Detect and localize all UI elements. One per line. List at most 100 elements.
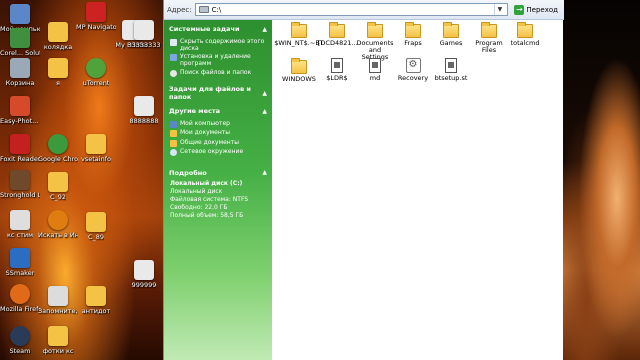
desktop-icon-cs-photos[interactable]: фотки кс [38,326,78,355]
folder-icon [367,22,383,38]
place-my-computer[interactable]: Мой компьютер [170,120,267,128]
file-item-md[interactable]: md [356,58,394,82]
task-pane: Системные задачи ▲ Скрыть содержимое это… [164,20,272,360]
utorrent-icon [86,58,106,78]
desktop-icon-firefox[interactable]: Mozilla Firefox [0,284,40,313]
file-item-windows[interactable]: WINDOWS [280,58,318,83]
desktop-icon-antidot[interactable]: антидот [76,286,116,315]
system-tasks-header[interactable]: Системные задачи ▲ [164,23,272,35]
desktop-icon-recycle-bin[interactable]: Корзина [0,58,40,87]
folder-icon [170,139,177,147]
address-bar: Адрес: C:\ ▼ → Переход [164,0,564,20]
details-type: Локальный диск [170,187,223,195]
desktop-icon-vsetainfo[interactable]: vsetainfo [76,134,116,163]
folder-icon [48,22,68,42]
details-panel: Локальный диск (C:) Локальный диск Файло… [164,179,272,223]
collapse-chevron-icon: ▲ [262,169,267,176]
image-icon [134,96,154,116]
app-icon [10,96,30,116]
file-list: $WIN_NT$.~BT {DCD4821... Documents and S… [274,20,564,360]
drive-icon [198,6,209,13]
image-icon [134,20,154,40]
desktop-icon-kolyadka[interactable]: колядка [38,22,78,51]
desktop-icon-chrome[interactable]: Google Chrome [38,134,78,163]
place-shared-documents[interactable]: Общие документы [170,139,267,147]
details-filesystem: Файловая система: NTFS [170,195,249,203]
folder-icon [86,134,106,154]
system-tasks-panel: Скрыть содержимое этого диска Установка … [164,35,272,81]
desktop-icon-3333[interactable]: 33333333 [124,20,164,49]
folder-icon [86,286,106,306]
computer-icon [170,120,177,128]
file-icon [369,58,381,73]
file-icon [445,58,457,73]
chevron-down-icon[interactable]: ▼ [494,4,504,15]
desktop-icon-ya[interactable]: я [38,58,78,87]
desktop-left: Мой компьютер Corel... Solution Корзина … [0,0,165,360]
file-item-win-nt-bt[interactable]: $WIN_NT$.~BT [274,22,324,47]
folder-icon [291,58,307,74]
collapse-chevron-icon: ▲ [262,107,267,115]
programs-icon [170,54,177,61]
desktop-icon-9999[interactable]: 999999 [124,260,164,289]
desktop-icon-steam[interactable]: Steam [0,326,40,355]
hide-icon [170,38,177,46]
network-icon [170,149,177,156]
folder-icon [48,326,68,346]
desktop-icon-cs-steam[interactable]: кс стим [0,210,40,239]
desktop-icon-stronghold[interactable]: Stronghold Legends [0,170,40,199]
folder-icon [48,172,68,192]
file-item-dcd4821[interactable]: {DCD4821... [316,22,358,47]
app-icon [86,2,106,22]
desktop-icon-foxit[interactable]: Foxit Reader [0,134,40,163]
file-item-program-files[interactable]: Program Files [470,22,508,54]
folder-icon [329,22,345,38]
place-my-documents[interactable]: Мои документы [170,129,267,137]
folder-icon [170,130,177,137]
folder-icon [481,22,497,38]
task-search-files[interactable]: Поиск файлов и папок [170,69,267,77]
address-value: C:\ [211,5,222,14]
desktop-icon-remember[interactable]: Запомните, навсегда [38,286,78,315]
document-icon [48,286,68,306]
desktop-icon-8888[interactable]: 8888888 [124,96,164,125]
desktop-wallpaper-right [563,0,640,360]
folder-icon [291,22,307,38]
computer-icon [10,4,30,24]
other-places-panel: Мой компьютер Мои документы Общие докуме… [164,117,272,161]
address-field[interactable]: C:\ ▼ [194,3,509,16]
shortcut-icon [10,210,30,230]
app-icon [10,28,30,48]
desktop-icon-utorrent[interactable]: uTorrent [76,58,116,87]
desktop-icon-search-web[interactable]: Искать в Интернете [38,210,78,239]
desktop-icon-easy-photo[interactable]: Easy-Phot... EX [0,96,40,125]
desktop-icon-c89[interactable]: C_89 [76,212,116,241]
folder-icon [517,22,533,38]
app-icon [10,248,30,268]
steam-icon [10,326,30,346]
desktop-icon-corel[interactable]: Corel... Solution [0,28,40,57]
place-network[interactable]: Сетевое окружение [170,148,267,156]
folder-icon [48,58,68,78]
file-item-documents-and-settings[interactable]: Documents and Settings [356,22,394,61]
file-item-btsetup[interactable]: btsetup.st [432,58,470,82]
go-arrow-icon: → [514,4,525,15]
task-add-remove-programs[interactable]: Установка и удаление программ [170,53,267,67]
details-name: Локальный диск (C:) [170,179,243,187]
desktop-icon-mp-navigator[interactable]: MP Navigator [76,2,116,31]
desktop-icon-c92[interactable]: C_92 [38,172,78,201]
file-item-games[interactable]: Games [432,22,470,47]
file-item-fraps[interactable]: Fraps [394,22,432,47]
explorer-window: Адрес: C:\ ▼ → Переход Системные задачи … [163,0,564,360]
desktop-icon-ssmaker[interactable]: SSmaker [0,248,40,277]
go-button[interactable]: → Переход [511,3,561,16]
folder-icon [86,212,106,232]
file-item-totalcmd[interactable]: totalcmd [506,22,544,47]
file-tasks-header[interactable]: Задачи для файлов и папок ▲ [164,85,272,101]
file-item-ldr[interactable]: $LDR$ [318,58,356,82]
task-hide-drive[interactable]: Скрыть содержимое этого диска [170,38,267,52]
other-places-header[interactable]: Другие места ▲ [164,105,272,117]
file-item-recovery[interactable]: Recovery [394,58,432,82]
details-header[interactable]: Подробно ▲ [164,167,272,179]
firefox-icon [10,284,30,304]
